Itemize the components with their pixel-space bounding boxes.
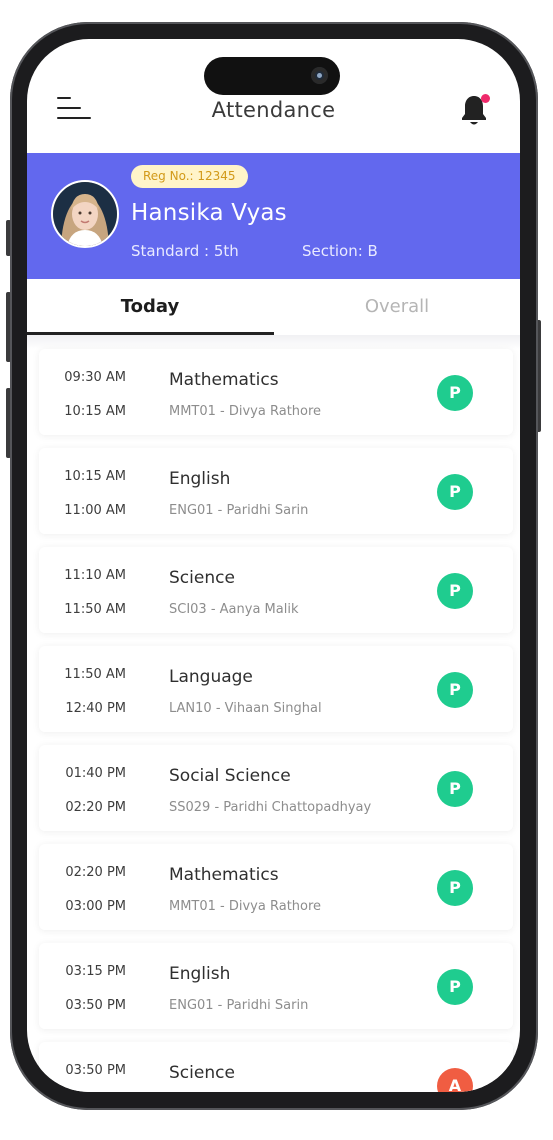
tab-today[interactable]: Today	[27, 279, 273, 333]
student-section: Section: B	[302, 242, 378, 260]
session-subject: English	[169, 964, 231, 984]
attendance-status-badge: P	[437, 969, 473, 1005]
session-subject: English	[169, 469, 231, 489]
session-card[interactable]: 11:50 AM 12:40 PM Language LAN10 - Vihaa…	[39, 646, 513, 732]
session-start-time: 01:40 PM	[65, 766, 126, 781]
phone-frame: Attendance Reg No.: 12345 Hansika Vyas S…	[10, 22, 538, 1110]
session-card[interactable]: 03:15 PM 03:50 PM English ENG01 - Paridh…	[39, 943, 513, 1029]
session-end-time: 10:15 AM	[64, 404, 126, 419]
registration-number-badge: Reg No.: 12345	[131, 165, 248, 188]
session-start-time: 11:10 AM	[64, 568, 126, 583]
session-subject: Mathematics	[169, 865, 279, 885]
session-subject: Science	[169, 1063, 235, 1083]
session-card[interactable]: 11:10 AM 11:50 AM Science SCI03 - Aanya …	[39, 547, 513, 633]
session-start-time: 09:30 AM	[64, 370, 126, 385]
session-subject: Social Science	[169, 766, 291, 786]
attendance-status-badge: P	[437, 474, 473, 510]
session-start-time: 03:15 PM	[65, 964, 126, 979]
attendance-status-badge: P	[437, 672, 473, 708]
session-start-time: 02:20 PM	[65, 865, 126, 880]
session-card[interactable]: 09:30 AM 10:15 AM Mathematics MMT01 - Di…	[39, 349, 513, 435]
session-teacher: SS029 - Paridhi Chattopadhyay	[169, 800, 372, 815]
student-avatar	[51, 180, 119, 248]
session-end-time: 02:20 PM	[65, 800, 126, 815]
page-title: Attendance	[211, 98, 336, 122]
session-end-time: 12:40 PM	[65, 701, 126, 716]
notification-bell-icon[interactable]	[459, 93, 493, 129]
session-card[interactable]: 01:40 PM 02:20 PM Social Science SS029 -…	[39, 745, 513, 831]
attendance-status-badge: P	[437, 771, 473, 807]
attendance-status-badge: P	[437, 870, 473, 906]
student-standard: Standard : 5th	[131, 242, 239, 260]
student-profile-card: Reg No.: 12345 Hansika Vyas Standard : 5…	[27, 153, 520, 279]
tab-overall[interactable]: Overall	[274, 279, 520, 333]
tabs-divider	[27, 335, 520, 349]
session-start-time: 03:50 PM	[65, 1063, 126, 1078]
session-teacher: ENG01 - Paridhi Sarin	[169, 503, 309, 518]
session-teacher: SCI03 - Aanya Malik	[169, 602, 299, 617]
session-end-time: 11:50 AM	[64, 602, 126, 617]
dynamic-island	[204, 57, 340, 95]
session-teacher: MMT01 - Divya Rathore	[169, 404, 322, 419]
session-end-time: 11:00 AM	[64, 503, 126, 518]
attendance-status-badge: A	[437, 1068, 473, 1092]
session-end-time: 03:00 PM	[65, 899, 126, 914]
session-end-time: 03:50 PM	[65, 998, 126, 1013]
notification-dot	[481, 94, 490, 103]
session-subject: Language	[169, 667, 253, 687]
session-subject: Mathematics	[169, 370, 279, 390]
session-start-time: 11:50 AM	[64, 667, 126, 682]
session-teacher: LAN10 - Vihaan Singhal	[169, 701, 322, 716]
attendance-tabs: Today Overall	[27, 279, 520, 335]
session-teacher: MMT01 - Divya Rathore	[169, 899, 322, 914]
session-card[interactable]: 03:50 PM Science A	[39, 1042, 513, 1092]
session-card[interactable]: 10:15 AM 11:00 AM English ENG01 - Paridh…	[39, 448, 513, 534]
session-start-time: 10:15 AM	[64, 469, 126, 484]
app-screen: Attendance Reg No.: 12345 Hansika Vyas S…	[27, 39, 520, 1092]
student-name: Hansika Vyas	[131, 200, 287, 226]
attendance-status-badge: P	[437, 573, 473, 609]
session-teacher: ENG01 - Paridhi Sarin	[169, 998, 309, 1013]
attendance-status-badge: P	[437, 375, 473, 411]
session-subject: Science	[169, 568, 235, 588]
session-card[interactable]: 02:20 PM 03:00 PM Mathematics MMT01 - Di…	[39, 844, 513, 930]
